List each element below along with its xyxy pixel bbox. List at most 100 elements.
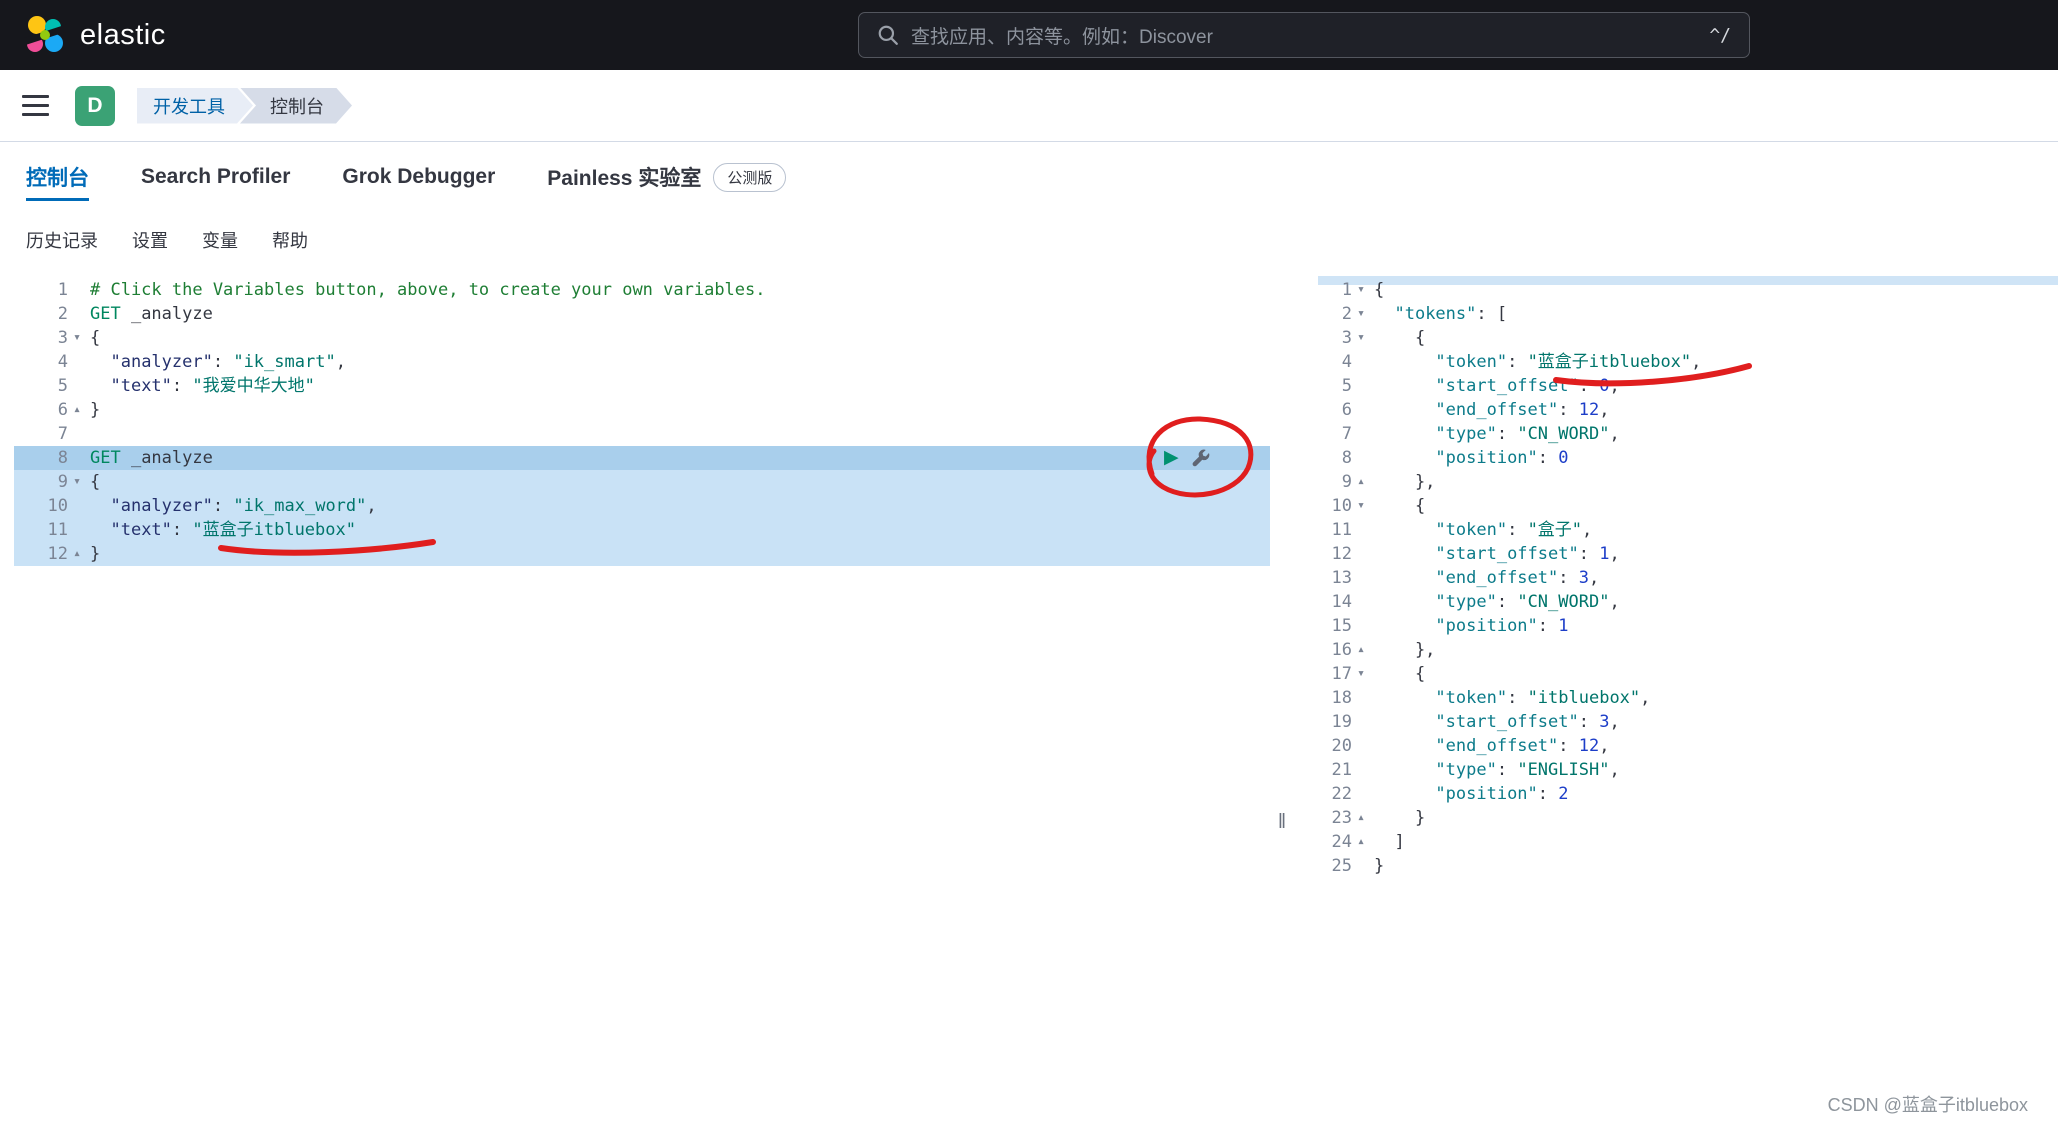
- code-row[interactable]: 9 ▴ },: [1318, 470, 2058, 494]
- line-number: 18: [1331, 688, 1352, 708]
- line-number: 22: [1331, 784, 1352, 804]
- code-row[interactable]: 21 "type": "ENGLISH",: [1318, 758, 2058, 782]
- code-row[interactable]: 23 ▴ }: [1318, 806, 2058, 830]
- fold-toggle-icon[interactable]: ▴: [1352, 638, 1370, 662]
- code-row[interactable]: 6 ▴}: [14, 398, 1270, 422]
- code-text: "end_offset": 12,: [1435, 736, 1610, 756]
- fold-toggle-icon[interactable]: ▾: [1352, 662, 1370, 686]
- menu-item-variables[interactable]: 变量: [202, 227, 238, 253]
- code-row[interactable]: 10 "analyzer": "ik_max_word",: [14, 494, 1270, 518]
- line-number: 13: [1331, 568, 1352, 588]
- send-request-button[interactable]: ▶: [1164, 446, 1179, 470]
- code-text: }: [1374, 808, 1426, 828]
- navigation-bar: D 开发工具 控制台: [0, 70, 2058, 142]
- tab-console[interactable]: 控制台: [26, 142, 89, 212]
- code-row[interactable]: 7 "type": "CN_WORD",: [1318, 422, 2058, 446]
- code-row[interactable]: 8 "position": 0: [1318, 446, 2058, 470]
- line-number: 11: [1331, 520, 1352, 540]
- hamburger-menu-button[interactable]: [22, 95, 49, 116]
- code-text: }: [90, 544, 101, 564]
- fold-toggle-icon[interactable]: ▾: [1352, 326, 1370, 350]
- response-output-pane[interactable]: 1 ▾{2 ▾ "tokens": [3 ▾ {4 "token": "蓝盒子itbl…: [1318, 268, 2058, 1125]
- code-row[interactable]: 11 "text": "蓝盒子itbluebox": [14, 518, 1270, 542]
- space-avatar[interactable]: D: [75, 85, 115, 126]
- code-row[interactable]: 3 ▾{: [14, 326, 1270, 350]
- fold-toggle-icon[interactable]: ▾: [1352, 278, 1370, 302]
- code-row[interactable]: 7: [14, 422, 1270, 446]
- line-number: 2: [57, 304, 68, 324]
- code-row[interactable]: 4 "analyzer": "ik_smart",: [14, 350, 1270, 374]
- code-row[interactable]: 16 ▴ },: [1318, 638, 2058, 662]
- dev-tools-tabs: 控制台 Search Profiler Grok Debugger Painle…: [0, 142, 2058, 212]
- menu-item-history[interactable]: 历史记录: [26, 227, 98, 253]
- line-number: 4: [1341, 352, 1352, 372]
- code-row[interactable]: 3 ▾ {: [1318, 326, 2058, 350]
- fold-toggle-icon[interactable]: ▴: [1352, 830, 1370, 854]
- code-row[interactable]: 9 ▾{: [14, 470, 1270, 494]
- tab-painless-lab[interactable]: Painless 实验室 公测版: [547, 142, 787, 212]
- line-number: 17: [1331, 664, 1352, 684]
- tab-grok-debugger[interactable]: Grok Debugger: [342, 142, 495, 212]
- code-text: }: [1374, 856, 1385, 876]
- request-editor[interactable]: 1 # Click the Variables button, above, to…: [14, 268, 1270, 566]
- fold-toggle-icon[interactable]: ▾: [1352, 494, 1370, 518]
- code-row[interactable]: 2 GET _analyze: [14, 302, 1270, 326]
- request-options-button[interactable]: [1191, 449, 1210, 468]
- fold-toggle-icon[interactable]: ▾: [68, 326, 86, 350]
- menu-item-help[interactable]: 帮助: [272, 227, 308, 253]
- fold-toggle-icon[interactable]: ▴: [1352, 470, 1370, 494]
- code-text: "token": "itbluebox",: [1435, 688, 1651, 708]
- breadcrumb-dev-tools[interactable]: 开发工具: [137, 88, 253, 124]
- fold-toggle-icon[interactable]: ▴: [1352, 806, 1370, 830]
- line-number: 24: [1331, 832, 1352, 852]
- line-number: 12: [1331, 544, 1352, 564]
- code-row[interactable]: 24 ▴ ]: [1318, 830, 2058, 854]
- code-row[interactable]: 20 "end_offset": 12,: [1318, 734, 2058, 758]
- search-placeholder-text: 查找应用、内容等。例如：Discover: [911, 26, 1213, 48]
- code-row[interactable]: 4 "token": "蓝盒子itbluebox",: [1318, 350, 2058, 374]
- code-row[interactable]: 14 "type": "CN_WORD",: [1318, 590, 2058, 614]
- code-row[interactable]: 25}: [1318, 854, 2058, 878]
- code-row[interactable]: 1 ▾{: [1318, 278, 2058, 302]
- fold-toggle-icon[interactable]: ▾: [68, 470, 86, 494]
- code-row[interactable]: 12 ▴}: [14, 542, 1270, 566]
- fold-toggle-icon[interactable]: ▾: [1352, 302, 1370, 326]
- code-row[interactable]: 5 "start_offset": 0,: [1318, 374, 2058, 398]
- line-number: 1: [1341, 280, 1352, 300]
- code-row[interactable]: 5 "text": "我爱中华大地": [14, 374, 1270, 398]
- code-row[interactable]: 13 "end_offset": 3,: [1318, 566, 2058, 590]
- console-split-area: 1 # Click the Variables button, above, to…: [0, 268, 2058, 1125]
- elastic-logo-icon[interactable]: [24, 14, 66, 56]
- code-row[interactable]: 22 "position": 2: [1318, 782, 2058, 806]
- line-number: 5: [1341, 376, 1352, 396]
- code-text: "end_offset": 12,: [1435, 400, 1610, 420]
- code-row[interactable]: 19 "start_offset": 3,: [1318, 710, 2058, 734]
- fold-toggle-icon[interactable]: ▴: [68, 398, 86, 422]
- menu-item-settings[interactable]: 设置: [132, 227, 168, 253]
- code-row[interactable]: 15 "position": 1: [1318, 614, 2058, 638]
- code-text: "position": 1: [1435, 616, 1569, 636]
- code-row[interactable]: 12 "start_offset": 1,: [1318, 542, 2058, 566]
- fold-toggle-icon[interactable]: ▴: [68, 542, 86, 566]
- breadcrumb-console[interactable]: 控制台: [240, 88, 352, 124]
- code-row[interactable]: 11 "token": "盒子",: [1318, 518, 2058, 542]
- code-row[interactable]: 1 # Click the Variables button, above, to…: [14, 278, 1270, 302]
- code-row[interactable]: 18 "token": "itbluebox",: [1318, 686, 2058, 710]
- code-row[interactable]: 10 ▾ {: [1318, 494, 2058, 518]
- code-row[interactable]: 6 "end_offset": 12,: [1318, 398, 2058, 422]
- panel-resizer-handle[interactable]: ‖: [1270, 811, 1294, 834]
- code-row[interactable]: 8 GET _analyze: [14, 446, 1270, 470]
- tab-search-profiler[interactable]: Search Profiler: [141, 142, 290, 212]
- line-number: 9: [1341, 472, 1352, 492]
- code-text: "analyzer": "ik_max_word",: [110, 496, 377, 516]
- code-row[interactable]: 2 ▾ "tokens": [: [1318, 302, 2058, 326]
- global-search-input[interactable]: 查找应用、内容等。例如：Discover ^/: [858, 12, 1750, 58]
- search-shortcut-hint: ^/: [1709, 24, 1731, 46]
- line-number: 7: [57, 424, 68, 444]
- code-row[interactable]: 17 ▾ {: [1318, 662, 2058, 686]
- request-editor-pane[interactable]: 1 # Click the Variables button, above, to…: [14, 268, 1270, 1125]
